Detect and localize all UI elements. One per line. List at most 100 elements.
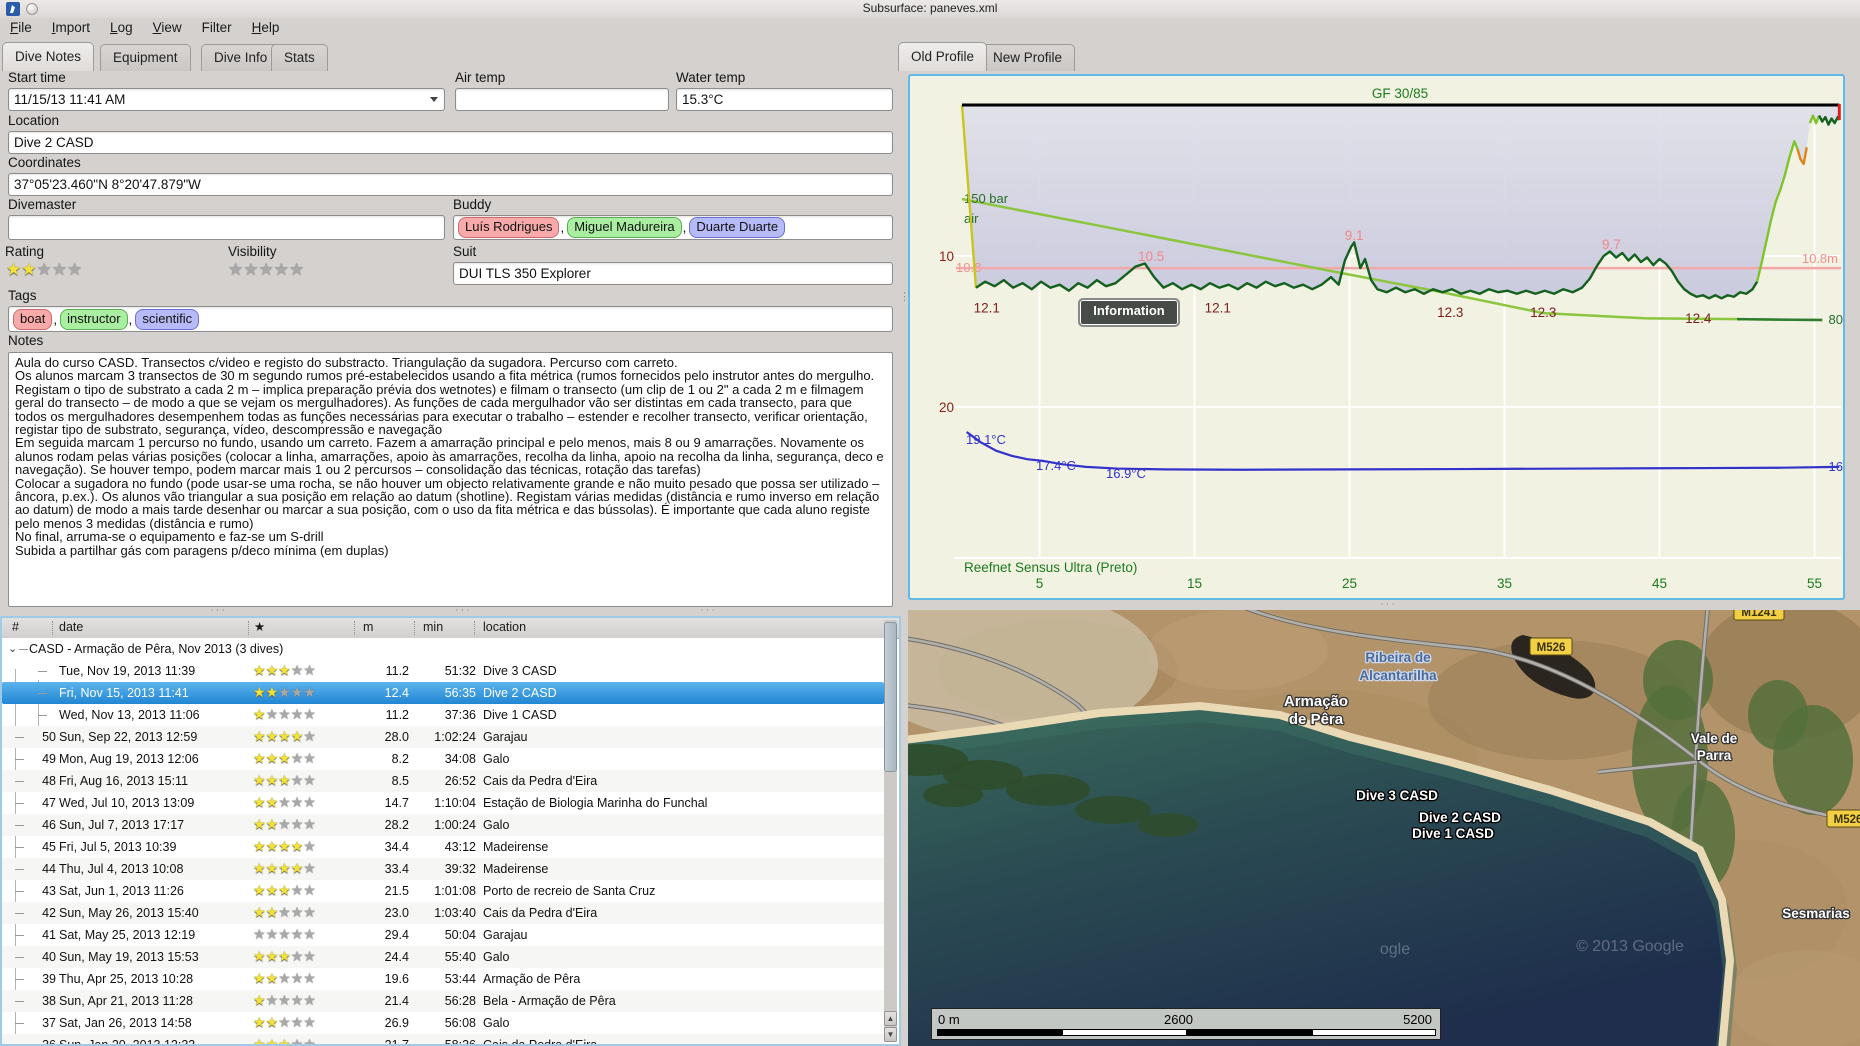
star-icon[interactable]: ★ [278,706,291,722]
star-icon[interactable]: ★ [278,882,291,898]
coordinates-field[interactable] [8,173,893,196]
notes-textarea[interactable]: Aula do curso CASD. Transectos c/video e… [8,352,893,607]
profile-canvas[interactable]: 10.810.8m80150 barair19.1°C17.4°C16.9°C 1… [910,76,1843,598]
star-icon[interactable]: ★ [303,992,316,1008]
dive-row[interactable]: 48 Fri, Aug 16, 2013 15:11 ★★★★★ 8.5 26:52 Ca… [2,770,884,792]
star-icon[interactable]: ★ [253,750,266,766]
star-icon[interactable]: ★ [253,948,266,964]
menu-import[interactable]: Import [42,18,100,37]
star-icon[interactable]: ★ [266,992,279,1008]
dive-row[interactable]: 37 Sat, Jan 26, 2013 14:58 ★★★★★ 26.9 56:08 G… [2,1012,884,1034]
dive-row[interactable]: Tue, Nov 19, 2013 11:39 ★★★★★ 11.2 51:32 Div… [2,660,884,682]
star-icon[interactable]: ★ [291,926,304,942]
star-icon[interactable]: ★ [266,1036,279,1044]
dive-row[interactable]: 40 Sun, May 19, 2013 15:53 ★★★★★ 24.4 55:40 G… [2,946,884,968]
star-icon[interactable]: ★ [266,926,279,942]
star-icon[interactable]: ★ [253,1014,266,1030]
star-icon[interactable]: ★ [266,1014,279,1030]
dive-list-scrollbar[interactable]: ▲ ▼ [884,620,897,1042]
star-icon[interactable]: ★ [253,838,266,854]
star-icon[interactable]: ★ [303,706,316,722]
star-icon[interactable]: ★ [278,838,291,854]
star-icon[interactable]: ★ [243,260,258,279]
map-canvas[interactable]: M526 M526 M1241 Armaçãode Pêra Ribeira de Alc… [908,610,1860,1046]
water-temp-field[interactable] [676,88,893,111]
star-icon[interactable]: ★ [266,684,279,700]
star-icon[interactable]: ★ [266,882,279,898]
col-duration[interactable]: min [423,618,443,638]
tags-field[interactable]: boat, instructor, scientific [8,306,893,332]
star-icon[interactable]: ★ [278,860,291,876]
star-icon[interactable]: ★ [303,772,316,788]
tab-stats[interactable]: Stats [271,44,328,71]
star-icon[interactable]: ★ [278,1014,291,1030]
collapse-arrow-icon[interactable]: ⌄ [8,638,17,660]
star-icon[interactable]: ★ [303,860,316,876]
star-icon[interactable]: ★ [278,992,291,1008]
col-depth[interactable]: m [363,618,373,638]
star-icon[interactable]: ★ [253,992,266,1008]
star-icon[interactable]: ★ [266,948,279,964]
divemaster-field[interactable] [8,215,445,240]
star-icon[interactable]: ★ [291,860,304,876]
suit-field[interactable] [453,262,893,285]
tab-dive-info[interactable]: Dive Info [201,44,281,71]
col-rating[interactable]: ★ [254,618,265,638]
scroll-down-button[interactable]: ▼ [884,1027,897,1042]
visibility-stars[interactable]: ★★★★★ [228,260,304,279]
star-icon[interactable]: ★ [291,750,304,766]
trip-row[interactable]: ⌄ CASD - Armação de Pêra, Nov 2013 (3 div… [2,638,884,660]
window-menu-icon[interactable] [26,3,38,15]
star-icon[interactable]: ★ [266,904,279,920]
scroll-up-button[interactable]: ▲ [884,1011,897,1026]
star-icon[interactable]: ★ [266,772,279,788]
star-icon[interactable]: ★ [291,728,304,744]
star-icon[interactable]: ★ [52,260,67,279]
star-icon[interactable]: ★ [253,860,266,876]
chevron-down-icon[interactable] [430,97,438,102]
menu-filter[interactable]: Filter [192,18,242,37]
dive-row[interactable]: 43 Sat, Jun 1, 2013 11:26 ★★★★★ 21.5 1:01:08… [2,880,884,902]
star-icon[interactable]: ★ [278,970,291,986]
star-icon[interactable]: ★ [253,882,266,898]
dive-row[interactable]: 49 Mon, Aug 19, 2013 12:06 ★★★★★ 8.2 34:08 Ga… [2,748,884,770]
dive-row[interactable]: 45 Fri, Jul 5, 2013 10:39 ★★★★★ 34.4 43:12 Ma… [2,836,884,858]
title-bar[interactable]: Subsurface: paneves.xml [0,0,1860,18]
star-icon[interactable]: ★ [303,684,316,700]
col-location[interactable]: location [483,618,526,638]
dive-row[interactable]: 46 Sun, Jul 7, 2013 17:17 ★★★★★ 28.2 1:00:24… [2,814,884,836]
dive-row[interactable]: 41 Sat, May 25, 2013 12:19 ★★★★★ 29.4 50:04 G… [2,924,884,946]
star-icon[interactable]: ★ [253,772,266,788]
star-icon[interactable]: ★ [278,728,291,744]
star-icon[interactable]: ★ [21,260,36,279]
dive-row[interactable]: 42 Sun, May 26, 2013 15:40 ★★★★★ 23.0 1:03:4… [2,902,884,924]
star-icon[interactable]: ★ [303,970,316,986]
scrollbar-thumb[interactable] [884,622,897,772]
star-icon[interactable]: ★ [303,728,316,744]
star-icon[interactable]: ★ [303,838,316,854]
star-icon[interactable]: ★ [303,1036,316,1044]
star-icon[interactable]: ★ [291,948,304,964]
tab-equipment[interactable]: Equipment [100,44,191,71]
star-icon[interactable]: ★ [266,860,279,876]
star-icon[interactable]: ★ [291,772,304,788]
star-icon[interactable]: ★ [291,706,304,722]
dive-list-header[interactable]: # date ★ m min location [2,618,899,639]
star-icon[interactable]: ★ [259,260,274,279]
location-field[interactable] [8,131,893,154]
buddy-field[interactable]: Luís Rodrigues, Miguel Madureira, Duarte D… [453,215,893,240]
star-icon[interactable]: ★ [266,728,279,744]
dive-row[interactable]: Fri, Nov 15, 2013 11:41 ★★★★★ 12.4 56:35 Div… [2,682,884,704]
splitter-handle[interactable]: ··· [700,604,717,616]
star-icon[interactable]: ★ [291,882,304,898]
star-icon[interactable]: ★ [289,260,304,279]
splitter-handle[interactable]: ··· [210,604,227,616]
star-icon[interactable]: ★ [291,662,304,678]
star-icon[interactable]: ★ [274,260,289,279]
star-icon[interactable]: ★ [67,260,82,279]
star-icon[interactable]: ★ [266,750,279,766]
tab-dive-notes[interactable]: Dive Notes [2,42,95,71]
star-icon[interactable]: ★ [253,970,266,986]
dive-site-map[interactable]: M526 M526 M1241 Armação de Pêra Ribeira de Alc… [908,610,1860,1046]
star-icon[interactable]: ★ [303,662,316,678]
